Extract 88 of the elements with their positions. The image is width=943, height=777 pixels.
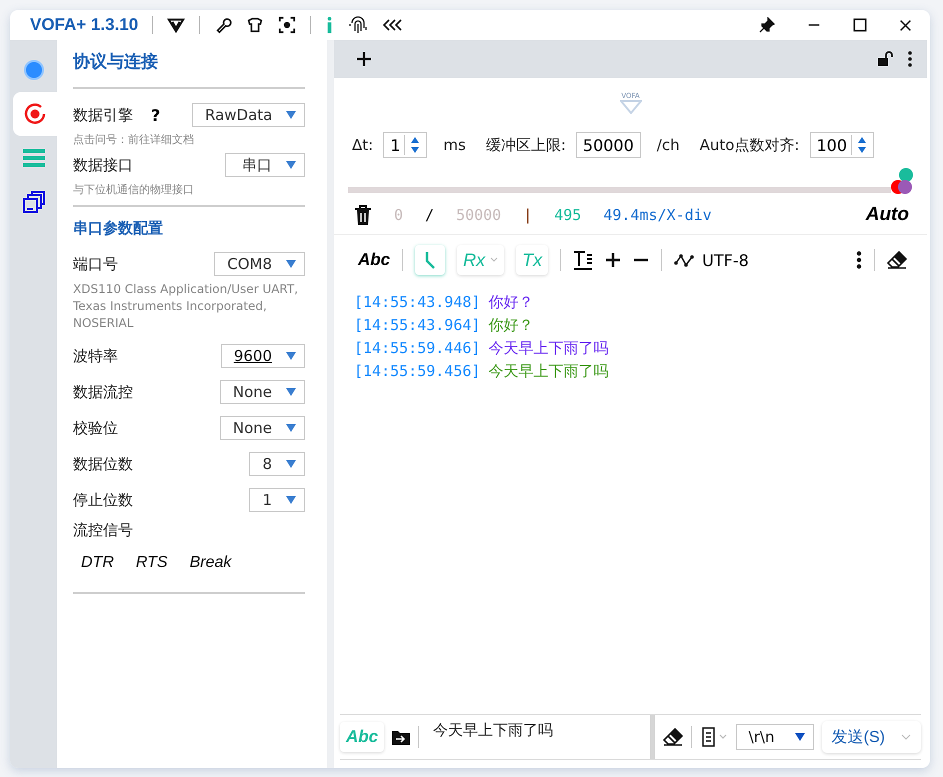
channel-dot[interactable] (899, 168, 913, 182)
field-label: 数据位数 (73, 454, 133, 474)
param-dropdown[interactable]: None (220, 416, 305, 440)
unit-label: /ch (656, 136, 680, 154)
clock-hand-icon (424, 251, 436, 269)
device-description: XDS110 Class Application/User UART, Texas Instruments Incorporated, NOSERIAL (73, 281, 300, 332)
more-icon[interactable] (856, 251, 862, 269)
shirt-icon[interactable] (246, 16, 264, 34)
spinner-arrows-icon[interactable] (851, 135, 868, 155)
signal-button[interactable]: Break (190, 554, 232, 572)
hint-text: 点击问号：前往详细文档 (73, 132, 195, 147)
app-title: VOFA+ 1.3.10 (30, 15, 138, 35)
slider-track[interactable] (348, 187, 891, 193)
caret-icon (490, 257, 498, 263)
text-format-icon[interactable] (573, 250, 594, 270)
separator-text: / (425, 206, 434, 224)
list-icon (22, 147, 44, 169)
text-mode-button[interactable]: Abc (358, 250, 390, 270)
param-dropdown[interactable]: COM8 (214, 252, 305, 276)
number-field[interactable]: 50000 (576, 132, 641, 158)
count-text: 0 (394, 206, 404, 224)
signal-button[interactable]: DTR (81, 554, 114, 572)
param-dropdown[interactable]: 9600 (220, 344, 305, 368)
field-label: 流控信号 (73, 520, 133, 540)
folder-icon[interactable] (392, 729, 410, 745)
wave-icon[interactable] (674, 253, 694, 267)
param-dropdown[interactable]: 1 (249, 488, 305, 512)
caret-icon (901, 734, 911, 740)
param-dropdown[interactable]: None (220, 380, 305, 404)
field-label: 停止位数 (73, 490, 133, 510)
interface-dropdown[interactable]: 串口 (225, 153, 305, 177)
wrench-icon[interactable] (214, 16, 232, 34)
scale-text: 49.4ms/X-div (603, 206, 712, 224)
document-icon[interactable] (700, 727, 728, 747)
field-label: 端口号 (73, 254, 118, 274)
param-dropdown[interactable]: 8 (249, 452, 305, 476)
target-icon (23, 102, 47, 126)
total-text: 50000 (456, 206, 502, 224)
collapse-icon[interactable] (382, 19, 404, 31)
logo-icon[interactable] (167, 16, 186, 34)
field-label: 数据接口 (73, 156, 133, 174)
fingerprint-icon[interactable] (348, 15, 368, 35)
unit-label: ms (443, 136, 466, 154)
message-text: 你好？ (488, 292, 534, 313)
points-text: 495 (554, 206, 582, 224)
field-label: 数据引擎 (73, 106, 133, 124)
timestamp-text: [14:55:43.964] (354, 315, 480, 336)
hint-text: 与下位机通信的物理接口 (73, 182, 195, 197)
timestamp-text: [14:55:43.948] (354, 292, 480, 313)
timestamp-text: [14:55:59.446] (354, 338, 480, 359)
setting-label: Auto点数对齐: (700, 136, 800, 154)
panel-title: 协议与连接 (73, 51, 159, 74)
more-icon[interactable] (907, 51, 913, 67)
setting-label: Δt: (352, 136, 374, 154)
windows-icon (22, 190, 46, 214)
trash-icon[interactable] (354, 205, 372, 225)
field-label: 数据流控 (73, 382, 133, 402)
send-button[interactable]: 发送(S) (822, 721, 921, 753)
line-ending-dropdown[interactable]: \r\n (736, 724, 814, 750)
add-icon[interactable] (356, 51, 372, 67)
sidebar-tab[interactable] (13, 92, 57, 136)
number-field[interactable]: 1 (383, 132, 428, 158)
message-text: 你好？ (488, 315, 534, 336)
setting-label: 缓冲区上限: (486, 136, 566, 154)
circle-icon (22, 59, 44, 81)
field-label: 波特率 (73, 346, 118, 366)
send-input-field[interactable]: 今天早上下雨了吗 (427, 715, 642, 759)
message-text: 今天早上下雨了吗 (488, 361, 608, 382)
field-label: 校验位 (73, 418, 118, 438)
encoding-label[interactable]: UTF-8 (702, 250, 749, 270)
signal-button[interactable]: RTS (136, 554, 168, 572)
plus-icon[interactable] (605, 252, 622, 268)
capture-icon[interactable] (278, 16, 296, 34)
auto-button[interactable]: Auto (866, 204, 909, 226)
message-text: 今天早上下雨了吗 (488, 338, 608, 359)
help-link[interactable]: ? (151, 106, 160, 124)
number-field[interactable]: 100 (810, 132, 874, 158)
spinner-arrows-icon[interactable] (404, 135, 420, 155)
unlock-icon[interactable] (877, 51, 893, 67)
eraser-icon[interactable] (887, 251, 907, 269)
timestamp-text: [14:55:59.456] (354, 361, 480, 382)
maximize-icon[interactable] (853, 18, 867, 32)
separator-text: | (523, 206, 532, 224)
close-icon[interactable] (899, 18, 912, 32)
pin-icon[interactable] (759, 17, 775, 33)
engine-dropdown[interactable]: RawData (192, 103, 305, 127)
section-title: 串口参数配置 (73, 219, 164, 238)
eraser-icon[interactable] (662, 728, 683, 746)
